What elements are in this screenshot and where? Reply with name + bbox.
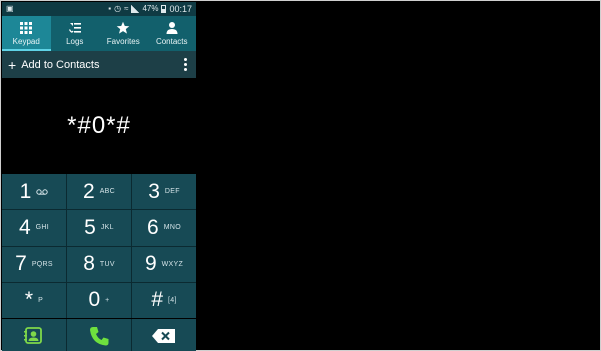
- key-letters: P: [38, 296, 44, 304]
- nfc-icon: ▪: [108, 4, 112, 13]
- dial-keypad: 1 2 ABC 3 DEF 4 GHI 5 JKL 6 MNO 7 PQRS 8…: [2, 174, 196, 318]
- key-letters: PQRS: [31, 260, 53, 268]
- key-letters: MNO: [163, 224, 181, 232]
- phone-screen: ▣ ▪ ◷ ≈ 47% 00:17 Keypad Logs Favorites …: [2, 2, 196, 351]
- tab-logs[interactable]: Logs: [51, 16, 100, 51]
- add-contact-icon: [24, 326, 42, 344]
- logs-icon: [68, 23, 81, 33]
- key-digit: 0: [88, 288, 101, 312]
- action-bar: + Add to Contacts: [2, 51, 196, 78]
- key-digit: 9: [144, 252, 157, 276]
- key-9[interactable]: 9 WXYZ: [132, 246, 196, 282]
- key-digit: 5: [84, 215, 96, 239]
- key-3[interactable]: 3 DEF: [132, 174, 196, 210]
- key-letters: +: [105, 296, 110, 304]
- add-contact-button[interactable]: [2, 319, 66, 351]
- screenshot-frame: ▣ ▪ ◷ ≈ 47% 00:17 Keypad Logs Favorites …: [0, 0, 601, 351]
- key-2[interactable]: 2 ABC: [67, 174, 131, 210]
- key-star[interactable]: * P: [2, 282, 66, 318]
- key-hash[interactable]: # [4]: [132, 282, 196, 318]
- key-digit: 2: [83, 179, 95, 203]
- star-icon: [116, 21, 130, 34]
- key-5[interactable]: 5 JKL: [67, 210, 131, 246]
- phone-call-icon: [90, 326, 109, 345]
- key-0[interactable]: 0 +: [67, 282, 131, 318]
- key-digit: 1: [19, 179, 32, 203]
- tab-label: Favorites: [106, 37, 140, 46]
- call-button[interactable]: [67, 319, 131, 351]
- key-digit: *: [24, 288, 34, 312]
- wifi-icon: ≈: [124, 4, 129, 13]
- signal-icon: [131, 5, 140, 13]
- battery-percent: 47%: [142, 4, 159, 13]
- dialed-number[interactable]: *#0*#: [2, 78, 196, 174]
- key-digit: 8: [83, 252, 95, 276]
- notification-icon: ▣: [6, 4, 14, 13]
- dialer-action-row: [2, 319, 196, 351]
- backspace-icon: [152, 328, 175, 343]
- add-to-contacts-button[interactable]: Add to Contacts: [21, 59, 99, 71]
- tab-label: Contacts: [155, 37, 188, 46]
- contacts-icon: [166, 22, 178, 34]
- tab-label: Keypad: [12, 37, 40, 46]
- key-letters: WXYZ: [161, 260, 184, 268]
- overflow-menu-icon[interactable]: [181, 56, 190, 73]
- key-digit: 3: [148, 179, 160, 203]
- status-bar: ▣ ▪ ◷ ≈ 47% 00:17: [2, 2, 196, 16]
- plus-icon[interactable]: +: [8, 58, 16, 72]
- key-8[interactable]: 8 TUV: [67, 246, 131, 282]
- tab-bar: Keypad Logs Favorites Contacts: [2, 16, 196, 51]
- alarm-icon: ◷: [114, 4, 122, 13]
- key-digit: 7: [15, 252, 27, 276]
- tab-contacts[interactable]: Contacts: [148, 16, 197, 51]
- key-letters: GHI: [35, 224, 50, 232]
- tab-label: Logs: [66, 37, 84, 46]
- voicemail-icon: [36, 188, 49, 195]
- tab-keypad[interactable]: Keypad: [2, 16, 51, 51]
- backspace-button[interactable]: [132, 319, 196, 351]
- key-digit: #: [151, 288, 163, 312]
- key-letters: ABC: [99, 188, 115, 196]
- tab-favorites[interactable]: Favorites: [99, 16, 148, 51]
- key-letters: JKL: [100, 224, 114, 232]
- battery-icon: [161, 5, 167, 13]
- key-6[interactable]: 6 MNO: [132, 210, 196, 246]
- key-digit: 6: [147, 215, 159, 239]
- key-1[interactable]: 1: [2, 174, 66, 210]
- key-7[interactable]: 7 PQRS: [2, 246, 66, 282]
- key-letters: DEF: [164, 188, 180, 196]
- key-digit: 4: [18, 215, 31, 239]
- key-4[interactable]: 4 GHI: [2, 210, 66, 246]
- key-letters: TUV: [99, 260, 115, 268]
- key-letters: [4]: [168, 296, 177, 304]
- keypad-icon: [20, 22, 33, 34]
- status-time: 00:17: [169, 4, 192, 14]
